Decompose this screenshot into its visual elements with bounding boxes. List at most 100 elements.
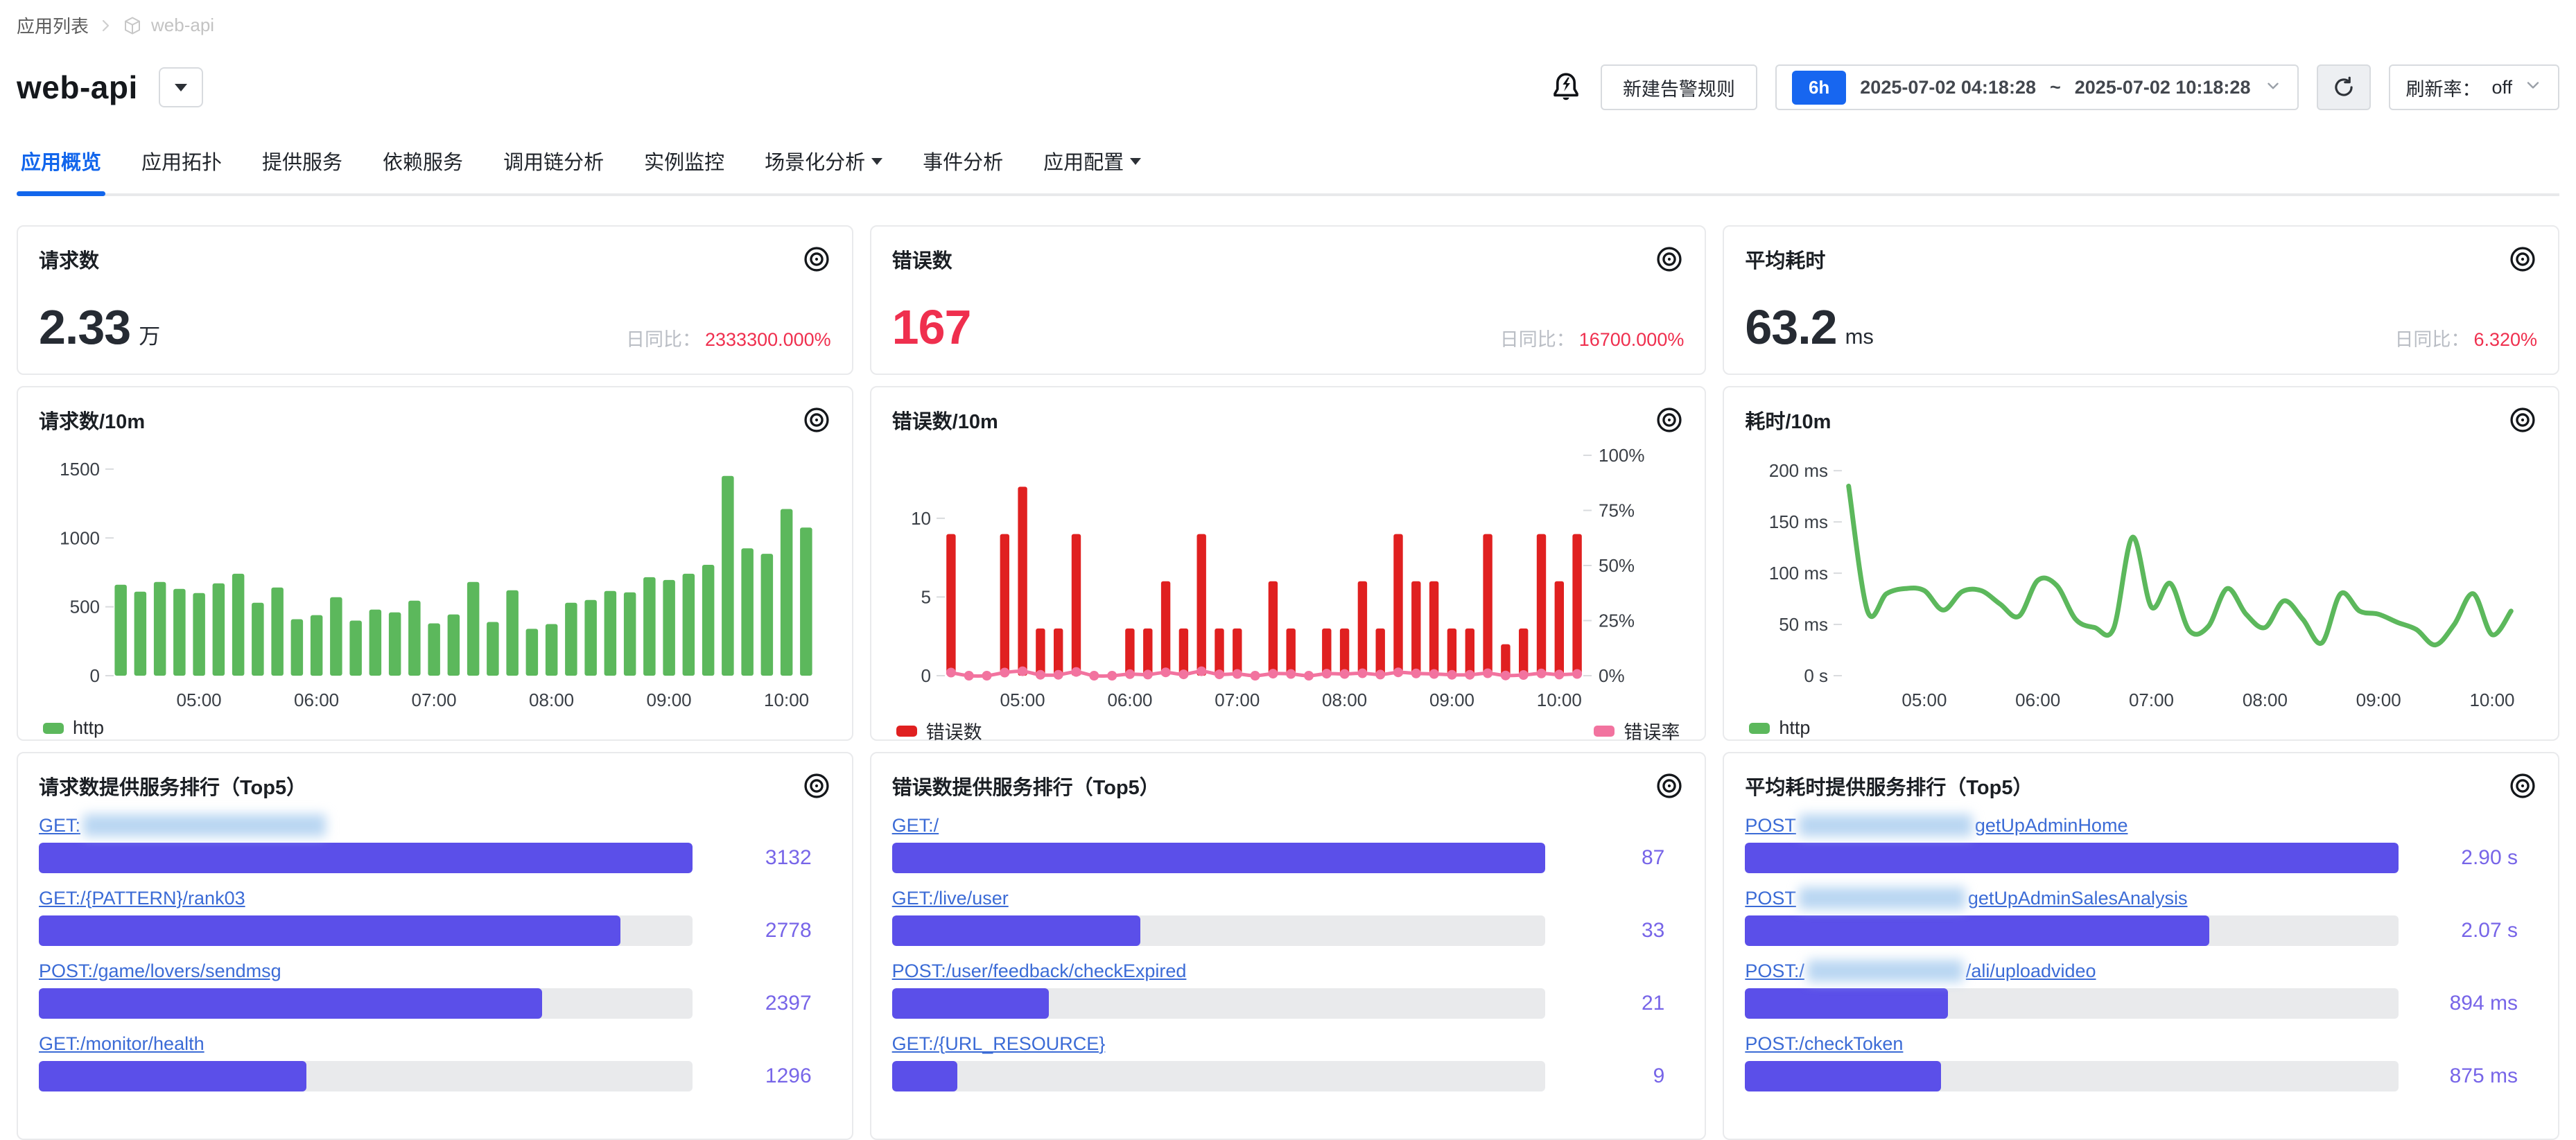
list-item: POST://ali/uploadvideo 894 ms	[1745, 960, 2537, 1019]
tab-3[interactable]: 依赖服务	[378, 146, 467, 193]
eye-icon[interactable]	[1655, 245, 1684, 274]
eye-icon[interactable]	[2508, 405, 2537, 435]
svg-text:07:00: 07:00	[2129, 690, 2174, 710]
legend-item[interactable]: 错误数	[896, 717, 982, 744]
svg-text:0 s: 0 s	[1804, 665, 1829, 686]
eye-icon[interactable]	[1655, 405, 1684, 435]
eye-icon[interactable]	[2508, 245, 2537, 274]
endpoint-link[interactable]: GET:/{URL_RESOURCE}	[892, 1033, 1111, 1055]
legend-swatch	[1594, 726, 1615, 737]
legend-item[interactable]: http	[1749, 717, 1810, 739]
rank-bar-track	[39, 915, 693, 946]
breadcrumb: 应用列表 web-api	[17, 0, 2559, 38]
app-switcher-button[interactable]	[159, 67, 203, 107]
rank-bar-track	[892, 843, 1546, 873]
svg-text:75%: 75%	[1599, 500, 1635, 521]
eye-icon[interactable]	[1655, 771, 1684, 800]
svg-text:08:00: 08:00	[1322, 690, 1367, 710]
caret-down-icon	[871, 158, 882, 170]
svg-text:0%: 0%	[1599, 665, 1625, 686]
tab-6[interactable]: 场景化分析	[760, 146, 887, 193]
errors-bar-chart: 05100%25%50%75%100%05:0006:0007:0008:000…	[892, 437, 1685, 714]
svg-text:06:00: 06:00	[2016, 690, 2061, 710]
svg-text:09:00: 09:00	[2356, 690, 2401, 710]
create-alarm-rule-button[interactable]: 新建告警规则	[1601, 64, 1757, 110]
endpoint-link[interactable]: GET:/	[892, 814, 945, 836]
legend-label: http	[1779, 717, 1810, 739]
svg-text:09:00: 09:00	[647, 690, 692, 710]
tab-label: 调用链分析	[503, 146, 604, 175]
rank-bar-fill	[892, 915, 1140, 946]
rank-bar-track	[39, 988, 693, 1019]
kpi-card-avg-latency: 平均耗时 63.2 ms 日同比：6.320%	[1723, 225, 2559, 375]
tab-4[interactable]: 调用链分析	[499, 146, 608, 193]
rank-bar-track	[1745, 988, 2399, 1019]
tab-label: 应用拓扑	[141, 146, 222, 175]
endpoint-link[interactable]: POST:/checkToken	[1745, 1033, 1908, 1055]
redacted-text	[83, 814, 326, 836]
page-header: 应用列表 web-api web-api 新建告警规则 6h 2025-07-0…	[17, 0, 2559, 196]
tab-0-active[interactable]: 应用概览	[17, 146, 105, 193]
eye-icon[interactable]	[802, 771, 831, 800]
card-title: 平均耗时	[1745, 245, 1825, 274]
time-range-picker[interactable]: 6h 2025-07-02 04:18:28 ~ 2025-07-02 10:1…	[1775, 64, 2299, 110]
card-title: 耗时/10m	[1745, 405, 1831, 435]
rank-value: 9	[1545, 1064, 1684, 1088]
svg-text:10:00: 10:00	[1536, 690, 1581, 710]
endpoint-link[interactable]: POSTgetUpAdminSalesAnalysis	[1745, 887, 2187, 909]
rank-value: 3132	[693, 846, 831, 870]
endpoint-link[interactable]: POST:/user/feedback/checkExpired	[892, 960, 1192, 982]
endpoint-link[interactable]: GET:/monitor/health	[39, 1033, 210, 1055]
endpoint-link[interactable]: GET:/live/user	[892, 887, 1014, 909]
legend-label: 错误率	[1624, 717, 1680, 744]
svg-text:25%: 25%	[1599, 611, 1635, 631]
svg-text:500: 500	[70, 597, 100, 617]
rank-value: 33	[1545, 919, 1684, 942]
list-item: GET:/ 87	[892, 814, 1685, 873]
ranking-list: GET: 3132 GET:/{PATTERN}/rank03 2778 POS…	[39, 814, 831, 1091]
tab-7[interactable]: 事件分析	[919, 146, 1007, 193]
refresh-rate-value: off	[2491, 77, 2512, 98]
svg-text:07:00: 07:00	[412, 690, 457, 710]
endpoint-link[interactable]: POSTgetUpAdminHome	[1745, 814, 2127, 836]
rank-bar-track	[39, 843, 693, 873]
endpoint-link[interactable]: POST://ali/uploadvideo	[1745, 960, 2096, 982]
tab-1[interactable]: 应用拓扑	[137, 146, 226, 193]
breadcrumb-app-list-link[interactable]: 应用列表	[17, 12, 89, 38]
card-title: 请求数/10m	[39, 405, 145, 435]
tab-label: 提供服务	[262, 146, 342, 175]
eye-icon[interactable]	[2508, 771, 2537, 800]
tab-5[interactable]: 实例监控	[640, 146, 729, 193]
refresh-button[interactable]	[2317, 64, 2371, 110]
endpoint-label: POST:/game/lovers/sendmsg	[39, 961, 281, 982]
tab-8[interactable]: 应用配置	[1039, 146, 1145, 193]
tab-2[interactable]: 提供服务	[258, 146, 347, 193]
endpoint-label: GET:/{PATTERN}/rank03	[39, 888, 245, 909]
legend-item[interactable]: http	[43, 717, 104, 739]
endpoint-link[interactable]: GET:/{PATTERN}/rank03	[39, 887, 251, 909]
svg-text:0: 0	[921, 665, 930, 686]
endpoint-label-suffix: getUpAdminSalesAnalysis	[1968, 888, 2188, 909]
svg-text:10: 10	[911, 508, 931, 529]
kpi-card-errors: 错误数 167 日同比：16700.000%	[870, 225, 1707, 375]
breadcrumb-current: web-api	[151, 15, 214, 36]
legend-label: 错误数	[926, 717, 982, 744]
list-item: GET:/monitor/health 1296	[39, 1033, 831, 1091]
rank-bar-track	[1745, 915, 2399, 946]
endpoint-link[interactable]: POST:/game/lovers/sendmsg	[39, 960, 287, 982]
endpoint-label: POST:/user/feedback/checkExpired	[892, 961, 1187, 982]
alarm-bell-icon[interactable]	[1549, 71, 1583, 104]
endpoint-label: GET:/live/user	[892, 888, 1009, 909]
tab-label: 依赖服务	[383, 146, 463, 175]
refresh-rate-select[interactable]: 刷新率： off	[2389, 64, 2559, 110]
rank-value: 2.07 s	[2399, 919, 2537, 942]
rank-bar-fill	[1745, 1061, 1941, 1091]
eye-icon[interactable]	[802, 245, 831, 274]
eye-icon[interactable]	[802, 405, 831, 435]
card-title: 请求数	[39, 245, 99, 274]
kpi-card-requests: 请求数 2.33 万 日同比：2333300.000%	[17, 225, 853, 375]
requests-chart-card: 请求数/10m 05001000150005:0006:0007:0008:00…	[17, 386, 853, 741]
endpoint-link[interactable]: GET:	[39, 814, 329, 836]
tab-label: 实例监控	[644, 146, 724, 175]
legend-item[interactable]: 错误率	[1594, 717, 1680, 744]
